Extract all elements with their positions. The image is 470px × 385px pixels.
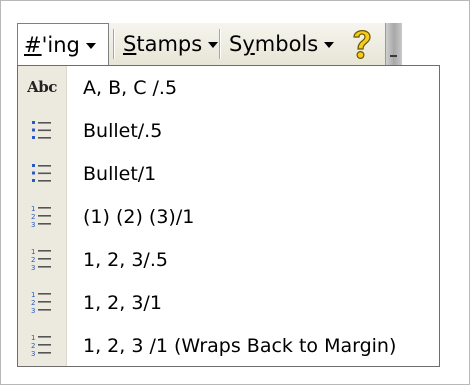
bullet-list-icon	[26, 160, 58, 186]
svg-text:1: 1	[31, 291, 35, 299]
menu-item-bullet-half[interactable]: Bullet/.5	[18, 109, 439, 152]
symbols-label-s: S	[229, 32, 243, 56]
menu-item-label: (1) (2) (3)/1	[83, 205, 195, 228]
symbols-menu-button[interactable]: Symbols	[223, 23, 335, 65]
numbered-list-icon-svg: 1 2 3	[31, 291, 51, 315]
svg-text:1: 1	[31, 248, 35, 256]
numbered-list-icon: 1 2 3	[26, 246, 58, 272]
menu-item-label: 1, 2, 3/.5	[83, 248, 168, 271]
svg-text:2: 2	[31, 299, 35, 307]
menu-item-numbers-one[interactable]: 1 2 3 1, 2, 3/1	[18, 281, 439, 324]
chevron-down-icon	[324, 42, 335, 48]
menu-item-abc[interactable]: Abc A, B, C /.5	[18, 66, 439, 109]
svg-text:2: 2	[31, 213, 35, 221]
chevron-down-icon	[85, 43, 96, 49]
toolbar-separator	[113, 29, 114, 59]
numbering-dropdown-menu: Abc A, B, C /.5 Bullet/.5 Bullet/1 1 2 3…	[17, 65, 440, 367]
menu-item-label: Bullet/.5	[83, 119, 163, 142]
toolbar-separator	[219, 29, 220, 59]
menu-item-numbers-wrap[interactable]: 1 2 3 1, 2, 3 /1 (Wraps Back to Margin)	[18, 324, 439, 367]
symbols-label-rest: mbols	[254, 32, 319, 56]
toolbar-grip-handle[interactable]	[385, 23, 402, 65]
chevron-down-icon	[208, 42, 219, 48]
svg-text:2: 2	[31, 256, 35, 264]
numbered-list-icon-svg: 1 2 3	[31, 334, 51, 358]
numbering-label-rest: 'ing	[41, 33, 80, 57]
stamps-label: Stamps	[123, 32, 203, 56]
menu-item-bullet-one[interactable]: Bullet/1	[18, 152, 439, 195]
menu-item-numbers-half[interactable]: 1 2 3 1, 2, 3/.5	[18, 238, 439, 281]
svg-text:3: 3	[31, 350, 35, 358]
numbered-list-icon: 1 2 3	[26, 203, 58, 229]
menu-item-label: A, B, C /.5	[83, 76, 178, 99]
help-question-icon[interactable]	[349, 26, 375, 62]
window-frame: #'ing Stamps Symbols Abc A, B, C /.5 Bul…	[0, 0, 470, 385]
svg-text:1: 1	[31, 205, 35, 213]
svg-text:3: 3	[31, 221, 35, 229]
numbering-label: #'ing	[24, 33, 80, 57]
numbering-menu-button[interactable]: #'ing	[17, 23, 109, 66]
toolbar: #'ing Stamps Symbols	[17, 23, 402, 66]
numbered-list-icon-svg: 1 2 3	[31, 205, 51, 229]
stamps-label-rest: tamps	[136, 32, 203, 56]
symbols-label: Symbols	[229, 32, 319, 56]
svg-text:2: 2	[31, 342, 35, 350]
menu-item-parens-numbers[interactable]: 1 2 3 (1) (2) (3)/1	[18, 195, 439, 238]
bullet-list-icon	[26, 117, 58, 143]
abc-icon: Abc	[26, 74, 58, 100]
svg-text:3: 3	[31, 307, 35, 315]
menu-item-label: 1, 2, 3 /1 (Wraps Back to Margin)	[83, 334, 397, 357]
svg-text:1: 1	[31, 334, 35, 342]
abc-icon-text: Abc	[27, 78, 57, 96]
menu-item-label: Bullet/1	[83, 162, 157, 185]
svg-text:3: 3	[31, 264, 35, 272]
stamps-menu-button[interactable]: Stamps	[117, 23, 219, 65]
numbered-list-icon-svg: 1 2 3	[31, 248, 51, 272]
numbered-list-icon: 1 2 3	[26, 332, 58, 358]
numbered-list-icon: 1 2 3	[26, 289, 58, 315]
menu-item-label: 1, 2, 3/1	[83, 291, 162, 314]
bullet-list-icon-svg	[32, 164, 51, 182]
bullet-list-icon-svg	[32, 121, 51, 139]
